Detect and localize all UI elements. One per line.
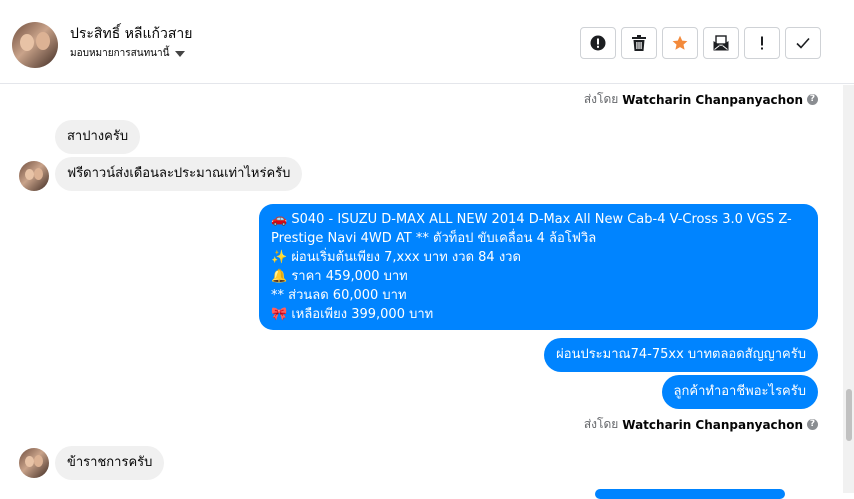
check-icon [796, 37, 810, 49]
assign-label: มอบหมายการสนทนานี้ [70, 48, 170, 59]
star-icon [672, 35, 688, 50]
help-icon[interactable]: ? [807, 94, 818, 105]
sent-by-prefix: ส่งโดย [583, 417, 619, 431]
conversation-header: ประสิทธิ์ หลีแก้วสาย มอบหมายการสนทนานี้ [0, 0, 854, 84]
outgoing-message[interactable]: 🚗 S040 - ISUZU D-MAX ALL NEW 2014 D-Max … [259, 204, 818, 330]
sent-by-name[interactable]: Watcharin Chanpanyachon [622, 93, 803, 107]
assign-conversation[interactable]: มอบหมายการสนทนานี้ [70, 46, 186, 61]
message-line: Prestige Navi 4WD AT ** ตัวท็อป ขับเคลื่… [271, 231, 597, 246]
chevron-down-icon [175, 50, 186, 57]
message-line: 🎀 เหลือเพียง 399,000 บาท [271, 307, 434, 322]
sent-by-line: ส่งโดย Watcharin Chanpanyachon ? [584, 90, 818, 109]
sent-by-line: ส่งโดย Watcharin Chanpanyachon ? [584, 415, 818, 434]
trash-icon [632, 35, 646, 51]
incoming-message[interactable]: ฟรีดาวน์ส่งเดือนละประมาณเท่าไหร่ครับ [55, 157, 303, 191]
toolbar [580, 27, 821, 59]
incoming-message[interactable]: ข้าราชการครับ [55, 446, 165, 480]
contact-avatar[interactable] [12, 22, 58, 68]
sent-by-name[interactable]: Watcharin Chanpanyachon [622, 418, 803, 432]
delete-button[interactable] [621, 27, 657, 59]
incoming-message[interactable]: สาปางครับ [55, 120, 141, 154]
outgoing-message[interactable]: ลูกค้าทำอาชีพอะไรครับ [661, 375, 818, 409]
message-line: 🚗 S040 - ISUZU D-MAX ALL NEW 2014 D-Max … [271, 212, 792, 227]
done-button[interactable] [785, 27, 821, 59]
sent-by-prefix: ส่งโดย [583, 92, 619, 106]
star-button[interactable] [662, 27, 698, 59]
follow-up-button[interactable] [744, 27, 780, 59]
message-line: 🔔 ราคา 459,000 บาท [271, 269, 408, 284]
message-line: ** ส่วนลด 60,000 บาท [271, 288, 407, 303]
message-line: ✨ ผ่อนเริ่มต้นเพียง 7,xxx บาท งวด 84 งวด [271, 250, 521, 265]
outgoing-message-partial[interactable] [595, 489, 785, 499]
scrollbar-thumb[interactable] [846, 389, 852, 441]
exclamation-icon [761, 36, 763, 50]
outgoing-message[interactable]: ผ่อนประมาณ74-75xx บาทตลอดสัญญาครับ [544, 338, 818, 372]
sender-avatar[interactable] [19, 161, 49, 191]
archive-button[interactable] [703, 27, 739, 59]
mark-spam-button[interactable] [580, 27, 616, 59]
help-icon[interactable]: ? [807, 419, 818, 430]
exclamation-circle-icon [590, 35, 606, 51]
envelope-icon [713, 35, 729, 51]
contact-name[interactable]: ประสิทธิ์ หลีแก้วสาย [70, 23, 192, 45]
sender-avatar[interactable] [19, 448, 49, 478]
